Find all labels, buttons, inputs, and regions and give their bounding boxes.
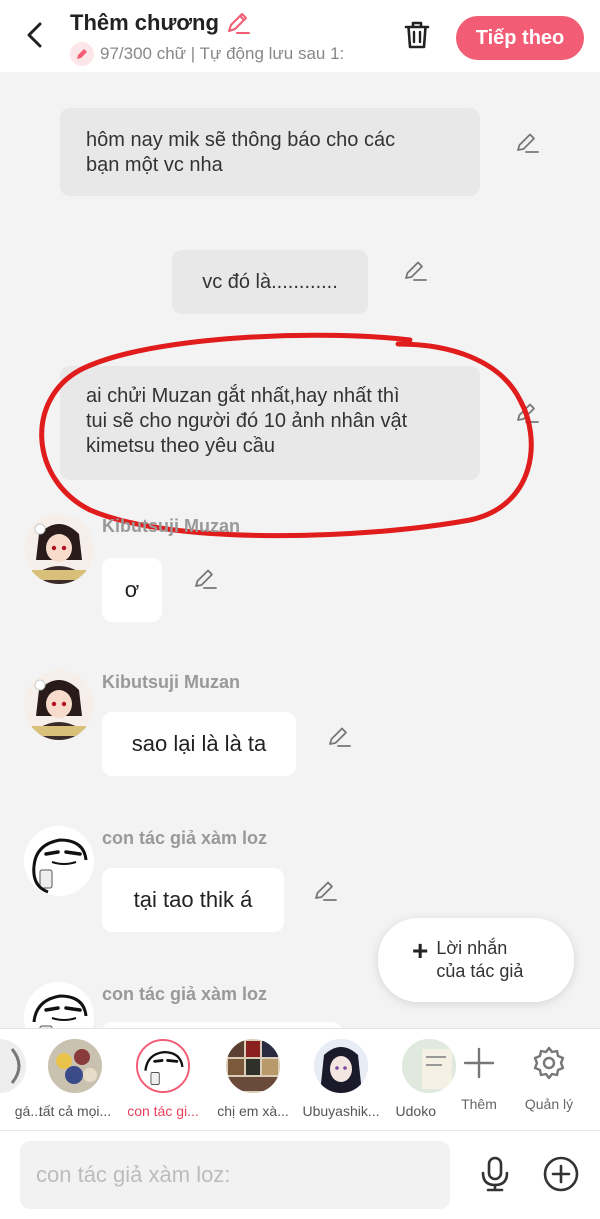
next-button[interactable]: Tiếp theo [456,16,584,60]
avatar-author[interactable] [24,826,94,896]
title-block: Thêm chương 97/300 chữ | Tự động lưu sau… [70,10,380,66]
pen-badge-icon [70,42,94,66]
narration-line: ai chửi Muzan gắt nhất,hay nhất thì [86,385,400,407]
character-label: Udoko [395,1103,436,1119]
input-bar [0,1130,600,1219]
avatar-muzan[interactable] [24,670,94,740]
narration-message[interactable]: ai chửi Muzan gắt nhất,hay nhất thì tui … [60,366,480,480]
narration-line: hôm nay mik sẽ thông báo cho các [86,129,396,151]
speaker-name: Kibutsuji Muzan [102,672,240,692]
author-note-line: của tác giả [436,961,524,981]
narration-line: kimetsu theo yêu cầu [86,435,275,457]
edit-pencil-icon[interactable] [192,566,218,592]
character-avatar [136,1039,190,1093]
add-circle-icon[interactable] [542,1155,580,1193]
character-picker: gá... tất cả mọi... con tác gi... chị em… [0,1028,600,1130]
character-item[interactable]: tất cả mọi... [32,1039,118,1119]
edit-pencil-icon[interactable] [326,724,352,750]
chat-area[interactable]: hôm nay mik sẽ thông báo cho các bạn một… [0,72,600,1028]
dialogue-bubble[interactable]: tại tao thik á [102,868,284,932]
narration-message[interactable]: vc đó là............ [172,250,368,314]
character-item[interactable]: Ubuyashik... [298,1039,384,1119]
speaker-name: Kibutsuji Muzan [102,516,240,536]
narration-line: vc đó là............ [202,270,338,293]
microphone-icon[interactable] [476,1155,514,1193]
message-input[interactable] [20,1141,450,1209]
word-count-text: 97/300 chữ | Tự động lưu sau 1: [100,44,345,63]
dialogue-text: sao lại là là ta [131,731,267,756]
character-label: chị em xà... [217,1103,289,1119]
plus-icon: + [412,935,429,966]
page-title[interactable]: Thêm chương [70,10,380,36]
page-title-text: Thêm chương [70,10,219,35]
character-item[interactable]: con tác gi... [120,1039,206,1119]
dialogue-bubble[interactable]: ơ [102,558,162,622]
edit-title-pencil-icon[interactable] [225,10,251,36]
author-note-line: Lời nhắn [436,938,508,958]
character-item[interactable]: chị em xà... [210,1039,296,1119]
character-label: con tác gi... [127,1103,199,1119]
word-count-status: 97/300 chữ | Tự động lưu sau 1: [70,42,375,66]
plus-icon [463,1047,495,1079]
dialogue-bubble[interactable]: sao lại là là ta [102,712,296,776]
narration-line: bạn một vc nha [86,154,223,176]
edit-pencil-icon[interactable] [402,258,428,284]
add-character-label: Thêm [461,1096,497,1112]
speaker-name: con tác giả xàm loz [102,984,268,1004]
character-avatar [48,1039,102,1093]
manage-characters-button[interactable]: Quản lý [514,1043,584,1112]
character-avatar [226,1039,280,1093]
character-avatar [0,1039,26,1093]
trash-icon[interactable] [400,18,434,52]
edit-pencil-icon[interactable] [514,130,540,156]
character-item[interactable]: Udoko [386,1039,456,1119]
character-label: tất cả mọi... [38,1103,112,1119]
edit-pencil-icon[interactable] [514,400,540,426]
author-note-button[interactable]: + Lời nhắn của tác giả [378,918,574,1002]
dialogue-text: ơ [124,577,140,602]
gear-icon [533,1046,565,1080]
character-avatar [314,1039,368,1093]
narration-line: tui sẽ cho người đó 10 ảnh nhân vật [86,410,408,432]
narration-message[interactable]: hôm nay mik sẽ thông báo cho các bạn một… [60,108,480,196]
avatar-muzan[interactable] [24,514,94,584]
add-character-button[interactable]: Thêm [444,1043,514,1112]
header: Thêm chương 97/300 chữ | Tự động lưu sau… [0,0,600,72]
speaker-name: con tác giả xàm loz [102,828,268,848]
avatar-author[interactable] [24,982,94,1028]
character-label: Ubuyashik... [302,1103,380,1119]
back-arrow-icon[interactable] [18,18,52,52]
edit-pencil-icon[interactable] [312,878,338,904]
dialogue-text: tại tao thik á [133,887,253,912]
author-note-label: Lời nhắn của tác giả [436,937,523,983]
manage-characters-label: Quản lý [524,1096,574,1112]
